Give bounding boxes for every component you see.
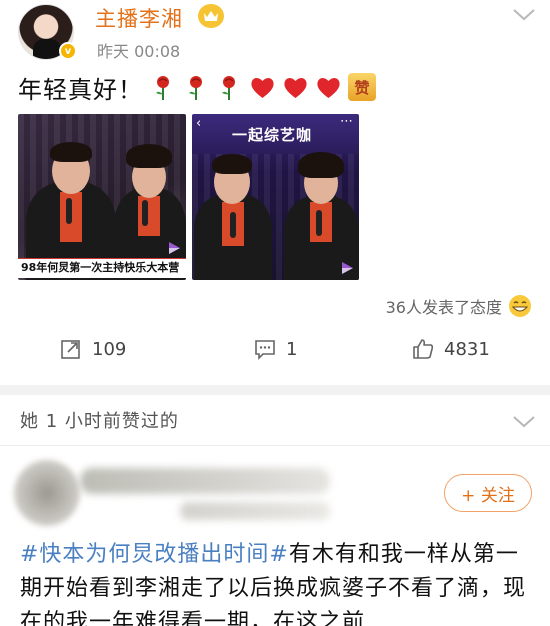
video-logo-icon: [169, 242, 180, 254]
grin-emoji-icon: [509, 295, 531, 317]
show-title: 一起综艺咖: [232, 126, 313, 144]
rose-icon: [150, 74, 177, 101]
action-bar: 109 1 4831: [0, 338, 550, 382]
comment-icon: [255, 340, 275, 360]
heart-icon: [282, 74, 309, 101]
post-text: 年轻真好！: [18, 76, 143, 104]
thumbs-up-icon: [413, 339, 434, 359]
rose-icon: [183, 74, 210, 101]
post-image-1[interactable]: 98年何炅第一次主持快乐大本营: [18, 114, 186, 280]
follow-button[interactable]: + 关注: [444, 474, 532, 512]
hashtag-link[interactable]: #快本为何炅改播出时间#: [20, 542, 289, 567]
back-arrow-icon: ‹: [196, 116, 202, 131]
heart-icon: [315, 74, 342, 101]
post-image-2[interactable]: ‹ ⋯ 一起综艺咖: [192, 114, 359, 280]
blurred-user-name: [80, 468, 330, 494]
blurred-user-meta: [180, 502, 330, 520]
weibo-post: v 主播李湘 昨天 00:08 年轻真好！ 赞 98年何炅第一次主持快乐大本营 …: [0, 0, 550, 385]
user-name[interactable]: 主播李湘: [95, 3, 183, 33]
blurred-avatar[interactable]: [14, 460, 80, 526]
zan-icon: 赞: [348, 73, 376, 101]
reactions-summary[interactable]: 36人发表了态度: [386, 294, 532, 318]
rose-icon: [216, 74, 243, 101]
verified-badge-icon: v: [59, 42, 77, 60]
liked-header: 她 1 小时前赞过的: [0, 395, 550, 445]
heart-icon: [249, 74, 276, 101]
reactions-text: 36人发表了态度: [385, 298, 502, 317]
liked-header-text: 她 1 小时前赞过的: [20, 411, 179, 432]
emoji-row: 赞: [150, 73, 376, 101]
crown-badge-icon[interactable]: [198, 4, 224, 28]
liked-post: + 关注 #快本为何炅改播出时间#有木有和我一样从第一期开始看到李湘走了以后换成…: [0, 446, 550, 626]
comment-button[interactable]: 1: [254, 338, 297, 360]
post-time: 昨天 00:08: [97, 42, 181, 61]
liked-menu-chevron-icon[interactable]: [512, 415, 536, 429]
repost-button[interactable]: 109: [60, 338, 126, 360]
like-count: 4831: [444, 338, 490, 360]
like-button[interactable]: 4831: [412, 338, 490, 360]
section-divider: [0, 385, 550, 395]
more-icon: ⋯: [340, 114, 353, 129]
repost-icon: [61, 340, 80, 359]
post-menu-chevron-icon[interactable]: [512, 8, 536, 22]
image-caption: 98年何炅第一次主持快乐大本营: [18, 258, 186, 278]
video-logo-icon: [342, 262, 353, 274]
liked-post-text: #快本为何炅改播出时间#有木有和我一样从第一期开始看到李湘走了以后换成疯婆子不看…: [20, 538, 535, 626]
repost-count: 109: [92, 338, 127, 360]
comment-count: 1: [286, 338, 298, 360]
